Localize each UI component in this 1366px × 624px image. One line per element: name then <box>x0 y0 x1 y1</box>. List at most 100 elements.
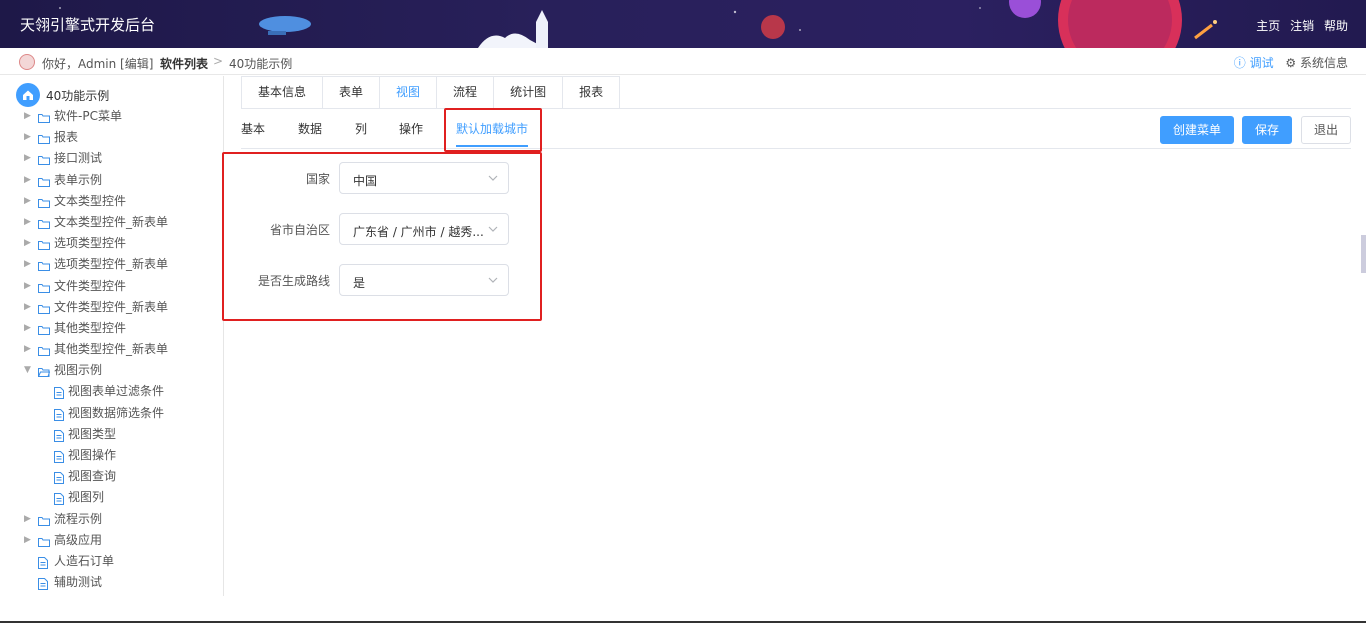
chevron-down-icon <box>487 274 499 289</box>
sidebar-item-label: 视图示例 <box>54 363 103 378</box>
user-greeting[interactable]: 你好，Admin [编辑] <box>42 55 153 72</box>
highlight-box-tab <box>444 108 542 152</box>
exit-button[interactable]: 退出 <box>1301 116 1351 144</box>
sidebar-item[interactable]: ▶ 软件-PC菜单 <box>0 106 223 127</box>
country-select[interactable]: 中国 <box>339 162 509 194</box>
main-tabs-divider <box>241 108 1351 109</box>
sidebar-item[interactable]: 视图操作 <box>0 445 223 466</box>
tab-form[interactable]: 表单 <box>323 77 381 108</box>
sidebar-item[interactable]: 辅助测试 <box>0 572 223 593</box>
sidebar-item[interactable]: ▶ 高级应用 <box>0 530 223 551</box>
sidebar-item[interactable]: ▼ 视图示例 <box>0 360 223 381</box>
sidebar-item[interactable]: ▶ 文本类型控件_新表单 <box>0 212 223 233</box>
sidebar-item[interactable]: 视图类型 <box>0 424 223 445</box>
caret-right-icon[interactable]: ▶ <box>24 254 34 275</box>
sidebar-item[interactable]: ▶ 其他类型控件 <box>0 318 223 339</box>
sidebar-item[interactable]: ▶ 选项类型控件_新表单 <box>0 254 223 275</box>
caret-right-icon[interactable]: ▶ <box>24 127 34 148</box>
tab-report[interactable]: 报表 <box>563 77 619 108</box>
chevron-down-icon <box>487 223 499 238</box>
subtab-actions[interactable]: 操作 <box>399 120 423 137</box>
home-icon[interactable] <box>16 83 40 107</box>
caret-right-icon[interactable]: ▶ <box>24 106 34 127</box>
caret-right-icon[interactable]: ▶ <box>24 170 34 191</box>
caret-right-icon[interactable]: ▶ <box>24 191 34 212</box>
caret-right-icon[interactable]: ▶ <box>24 276 34 297</box>
caret-right-icon[interactable]: ▶ <box>24 297 34 318</box>
country-value: 中国 <box>353 174 378 188</box>
sidebar-item-label: 视图列 <box>68 490 105 505</box>
sidebar-item-label: 其他类型控件_新表单 <box>54 342 169 357</box>
sidebar-item-label: 视图表单过滤条件 <box>68 384 165 399</box>
generate-route-value: 是 <box>353 276 366 290</box>
sub-tabs-divider <box>241 148 1351 149</box>
header-decoration <box>59 0 1217 48</box>
create-menu-button[interactable]: 创建菜单 <box>1160 116 1234 144</box>
tab-chart[interactable]: 统计图 <box>494 77 564 108</box>
province-city-select[interactable]: 广东省 / 广州市 / 越秀... <box>339 213 509 245</box>
sidebar-item[interactable]: ▶ 文件类型控件 <box>0 276 223 297</box>
caret-right-icon[interactable]: ▶ <box>24 318 34 339</box>
sidebar-item-label: 软件-PC菜单 <box>54 109 122 123</box>
tab-view[interactable]: 视图 <box>380 77 438 108</box>
system-info-link[interactable]: ⚙ 系统信息 <box>1285 56 1348 70</box>
main-tabs: 基本信息 表单 视图 流程 统计图 报表 <box>241 76 621 108</box>
scrollbar-thumb[interactable] <box>1361 235 1366 273</box>
tree-list: ▶ 软件-PC菜单 ▶ 报表 ▶ 接口测试 ▶ 表单示例 ▶ 文本类型控件 ▶ 文本类型控件_新表单 ▶… <box>0 106 223 593</box>
sidebar-item-label: 选项类型控件_新表单 <box>54 257 169 272</box>
sidebar-item-label: 报表 <box>54 130 79 145</box>
generate-route-select[interactable]: 是 <box>339 264 509 296</box>
save-button[interactable]: 保存 <box>1242 116 1292 144</box>
sidebar-item[interactable]: ▶ 文本类型控件 <box>0 191 223 212</box>
debug-link[interactable]: ⓘ 调试 <box>1234 56 1274 70</box>
sidebar-item[interactable]: ▶ 表单示例 <box>0 170 223 191</box>
caret-right-icon[interactable]: ▶ <box>24 339 34 360</box>
sidebar-item[interactable]: 视图查询 <box>0 466 223 487</box>
subtab-basic[interactable]: 基本 <box>241 120 265 137</box>
caret-right-icon[interactable]: ▶ <box>24 148 34 169</box>
caret-right-icon[interactable]: ▶ <box>24 233 34 254</box>
sidebar-item-label: 视图数据筛选条件 <box>68 405 165 420</box>
sidebar-item-label: 视图查询 <box>68 469 117 484</box>
sidebar-item[interactable]: ▶ 文件类型控件_新表单 <box>0 297 223 318</box>
sidebar-item-label: 表单示例 <box>54 172 103 187</box>
sidebar-item[interactable]: 视图列 <box>0 487 223 508</box>
sidebar-item-label: 接口测试 <box>54 151 103 166</box>
breadcrumb-current-page: 40功能示例 <box>229 57 293 71</box>
sidebar-item[interactable]: ▶ 其他类型控件_新表单 <box>0 339 223 360</box>
sidebar-item[interactable]: ▶ 选项类型控件 <box>0 233 223 254</box>
sidebar-item[interactable]: 视图表单过滤条件 <box>0 381 223 402</box>
breadcrumb-bar: 你好，Admin [编辑] 软件列表 > 40功能示例 ⓘ 调试 ⚙ 系统信息 <box>0 48 1366 75</box>
caret-right-icon[interactable]: ▶ <box>24 212 34 233</box>
chevron-down-icon <box>487 172 499 187</box>
app-title: 天翎引擎式开发后台 <box>20 16 156 34</box>
home-link[interactable]: 主页 <box>1256 19 1280 33</box>
sidebar-item-label: 视图操作 <box>68 448 117 462</box>
sidebar-item[interactable]: ▶ 报表 <box>0 127 223 148</box>
sidebar-item[interactable]: 人造石订单 <box>0 551 223 572</box>
help-link[interactable]: 帮助 <box>1324 19 1348 33</box>
sidebar-item-label: 选项类型控件 <box>54 236 127 251</box>
breadcrumb-software-list[interactable]: 软件列表 <box>160 55 208 72</box>
crumb-actions: ⓘ 调试 ⚙ 系统信息 <box>1234 54 1348 71</box>
subtab-data[interactable]: 数据 <box>298 120 322 137</box>
country-label: 国家 <box>305 172 330 186</box>
sidebar-item[interactable]: ▶ 接口测试 <box>0 148 223 169</box>
sidebar-item-label: 文本类型控件_新表单 <box>54 214 169 229</box>
subtab-columns[interactable]: 列 <box>355 120 367 137</box>
sidebar-item-label: 高级应用 <box>54 532 103 547</box>
tab-basic-info[interactable]: 基本信息 <box>242 77 324 108</box>
header-links: 主页 注销 帮助 <box>1250 17 1348 34</box>
sidebar-item[interactable]: ▶ 流程示例 <box>0 509 223 530</box>
generate-route-label: 是否生成路线 <box>257 274 330 288</box>
province-city-value: 广东省 / 广州市 / 越秀... <box>353 225 483 239</box>
sidebar-item[interactable]: 视图数据筛选条件 <box>0 403 223 424</box>
caret-right-icon[interactable]: ▶ <box>24 509 34 530</box>
tab-flow[interactable]: 流程 <box>437 77 495 108</box>
province-city-label: 省市自治区 <box>269 223 330 237</box>
sidebar-item-label: 文本类型控件 <box>54 193 127 208</box>
avatar[interactable] <box>19 54 35 70</box>
caret-down-icon[interactable]: ▼ <box>24 360 34 381</box>
caret-right-icon[interactable]: ▶ <box>24 530 34 551</box>
logout-link[interactable]: 注销 <box>1290 19 1314 33</box>
